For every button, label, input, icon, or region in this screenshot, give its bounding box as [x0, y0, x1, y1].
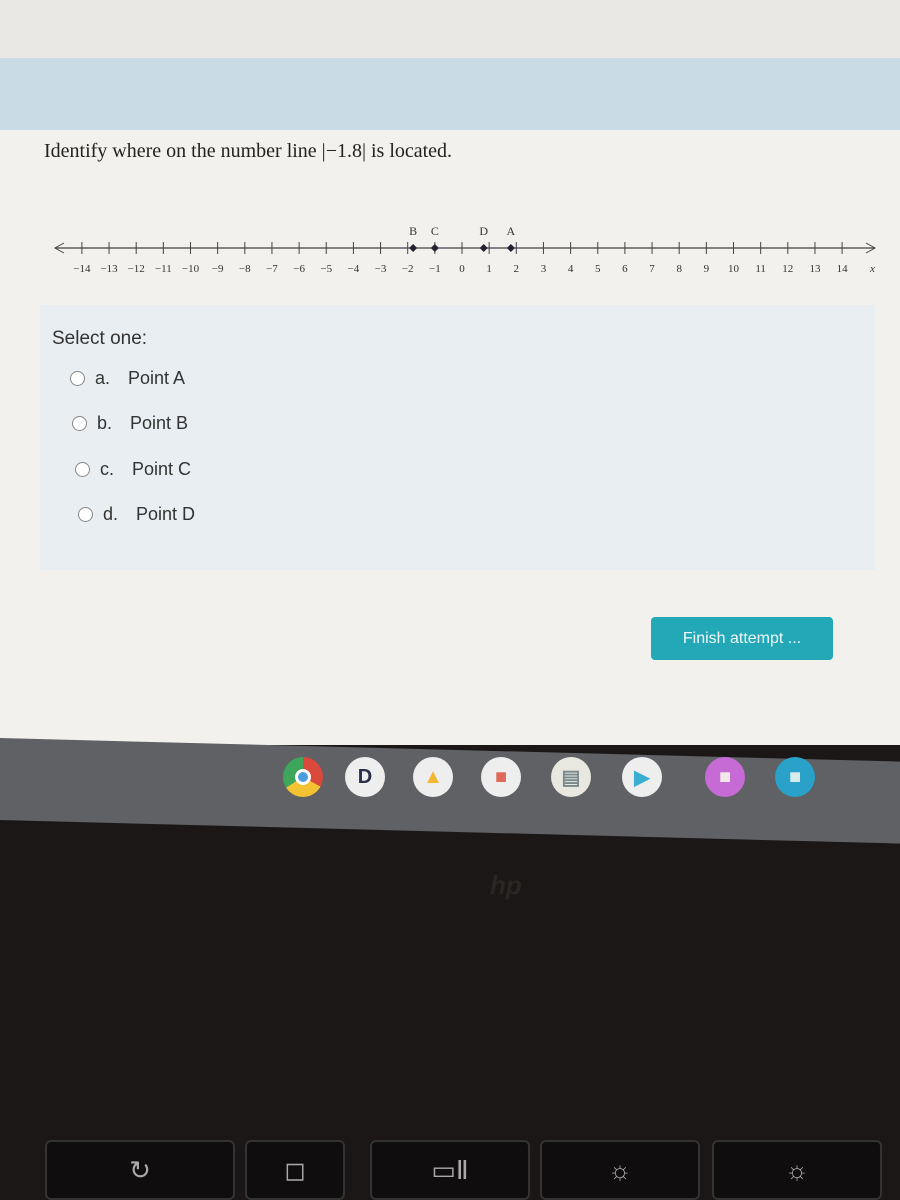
fullscreen-key[interactable]: ◻: [245, 1140, 345, 1200]
tick-label: 3: [541, 263, 547, 275]
slides-icon[interactable]: ■: [481, 757, 521, 797]
docs-letter: D: [357, 765, 373, 788]
option-letter: a.: [95, 368, 111, 388]
axis-label: x: [869, 263, 875, 275]
point-label: A: [507, 224, 516, 238]
answer-card: [40, 305, 875, 570]
tick-label: 6: [622, 263, 628, 275]
option-a[interactable]: a. Point A: [70, 368, 185, 389]
brightness-key[interactable]: ☼: [540, 1140, 700, 1200]
radio-c[interactable]: [75, 462, 90, 477]
tick-label: 0: [459, 263, 465, 275]
tick-label: −1: [429, 263, 441, 275]
option-text: Point A: [128, 368, 186, 388]
tick-label: −7: [266, 263, 278, 275]
option-b[interactable]: b. Point B: [72, 413, 188, 434]
number-line: −14 −13 −12 −11 −10 −9 −8 −7 −6 −5 −4 −3 −2 −1 0 1 2 3 4 5 6…: [53, 224, 877, 275]
tick-label: −2: [402, 263, 414, 275]
chrome-icon[interactable]: [283, 757, 323, 797]
tick-label: −4: [348, 263, 360, 275]
tick-label: 5: [595, 263, 601, 275]
tick-label: 11: [755, 263, 766, 275]
point-D: [479, 244, 488, 252]
tick-label: −8: [239, 263, 251, 275]
os-shelf: [0, 738, 900, 844]
tick-label: 14: [837, 263, 849, 275]
radio-d[interactable]: [78, 507, 93, 522]
tick-label: −3: [375, 263, 387, 275]
point-label: D: [479, 224, 488, 238]
finish-attempt-button[interactable]: Finish attempt ...: [651, 617, 833, 660]
tick-label: −6: [293, 263, 305, 275]
tick-label: −12: [128, 263, 145, 275]
radio-a[interactable]: [70, 371, 85, 386]
tick-label: 10: [728, 263, 740, 275]
tick-label: 7: [649, 263, 655, 275]
option-letter: b.: [97, 413, 113, 433]
docs-d-icon[interactable]: D: [345, 757, 385, 797]
tick-label: −14: [73, 263, 91, 275]
option-letter: d.: [103, 504, 119, 524]
point-A: [506, 244, 515, 252]
tick-label: 9: [704, 263, 710, 275]
hp-logo: hp: [490, 870, 522, 900]
play-icon[interactable]: ▶: [622, 757, 662, 797]
refresh-key[interactable]: ↻: [45, 1140, 235, 1200]
option-text: Point B: [130, 413, 189, 433]
files-doc-icon[interactable]: ▤: [551, 757, 591, 797]
tick-label: 13: [809, 263, 821, 275]
top-band: [0, 0, 900, 58]
tick-label: −10: [182, 263, 200, 275]
radio-b[interactable]: [72, 416, 87, 431]
tick-label: −5: [320, 263, 332, 275]
point-label: B: [409, 224, 417, 238]
point-label: C: [431, 224, 439, 238]
drive-icon[interactable]: ▲: [413, 757, 453, 797]
option-d[interactable]: d. Point D: [78, 504, 195, 525]
folder-icon[interactable]: ■: [775, 757, 815, 797]
option-letter: c.: [100, 459, 115, 479]
point-B: [409, 244, 418, 252]
tick-label: −11: [155, 263, 172, 275]
option-c[interactable]: c. Point C: [75, 459, 191, 480]
point-C: [430, 244, 439, 252]
select-one-label: Select one:: [52, 328, 148, 349]
tick-label: −13: [100, 263, 118, 275]
overview-key[interactable]: ▭Ⅱ: [370, 1140, 530, 1200]
tick-label: 2: [514, 263, 520, 275]
header-band: [0, 58, 900, 130]
tick-label: 12: [782, 263, 793, 275]
option-text: Point D: [136, 504, 196, 524]
tick-label: 8: [676, 263, 682, 275]
notes-icon[interactable]: ■: [705, 757, 745, 797]
tick-label: −9: [212, 263, 224, 275]
screen: Identify where on the number line |−1.8|…: [0, 0, 900, 745]
tick-label: 4: [568, 263, 574, 275]
option-text: Point C: [132, 459, 192, 479]
tick-label: 1: [486, 263, 492, 275]
question-text: Identify where on the number line |−1.8|…: [44, 140, 453, 162]
brightness-up-key[interactable]: ☼: [712, 1140, 882, 1200]
